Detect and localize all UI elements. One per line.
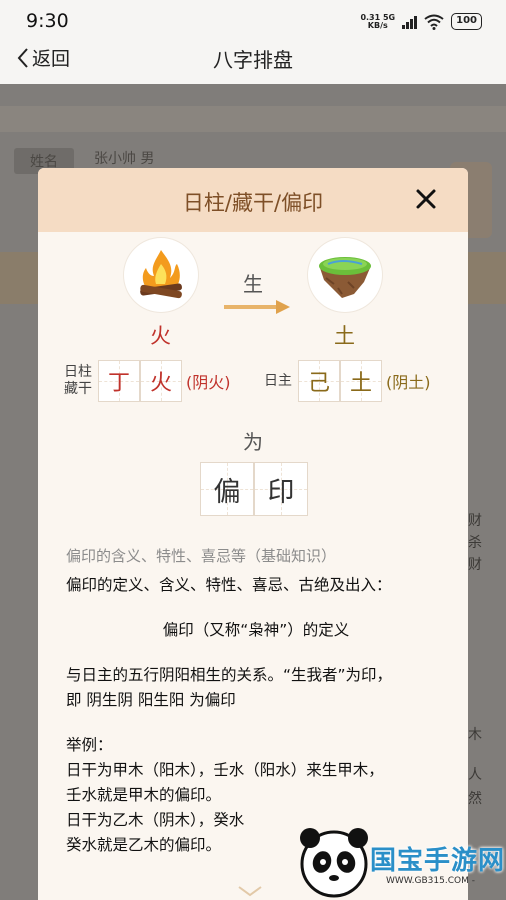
content-line: 与日主的五行阴阳相生的关系。“生我者”为印， xyxy=(66,666,393,684)
element-relation: 火 生 土 xyxy=(38,234,468,374)
wifi-icon xyxy=(424,14,444,30)
earth-icon xyxy=(319,257,371,298)
battery-indicator: 100 xyxy=(451,13,482,30)
content-line: 壬水就是甲木的偏印。 xyxy=(66,786,222,804)
char-cell: 丁 xyxy=(98,360,140,402)
page-banner xyxy=(0,106,506,132)
side-text: 木 xyxy=(468,727,482,743)
content-line: 即 阴生阴 阳生阳 为偏印 xyxy=(66,691,236,709)
result-chars: 偏 印 xyxy=(200,462,308,516)
side-text: 财 xyxy=(468,557,482,573)
status-icons: 0.31 5G KB/s 100 xyxy=(360,13,482,30)
fire-element-name: 火 xyxy=(150,324,171,348)
char-cell: 己 xyxy=(298,360,340,402)
watermark-brand: 国宝手游网 xyxy=(370,846,506,876)
nav-bar: 返回 八字排盘 xyxy=(0,40,506,84)
char-cell: 土 xyxy=(340,360,382,402)
content-heading: 偏印的定义、含义、特性、喜忌、古绝及出入： xyxy=(66,576,392,594)
signal-icon xyxy=(402,15,418,29)
side-text: 然 xyxy=(468,791,482,807)
arrow-right-icon xyxy=(224,300,290,314)
network-speed: 0.31 5G KB/s xyxy=(360,12,396,30)
section-subtitle: 偏印的含义、特性、喜忌等（基础知识） xyxy=(66,547,337,565)
status-bar: 9:30 0.31 5G KB/s 100 xyxy=(0,0,506,40)
result-word: 为 xyxy=(243,430,263,454)
detail-modal: 日柱/藏干/偏印 火 生 土 日柱 藏干 丁 火 (阴火) 日主 己 土 (阴土… xyxy=(38,168,468,900)
modal-header: 日柱/藏干/偏印 xyxy=(38,168,468,232)
status-time: 9:30 xyxy=(26,10,69,32)
page-title: 八字排盘 xyxy=(213,48,293,72)
side-text: 人 xyxy=(468,767,482,783)
day-pillar-label: 日柱 藏干 xyxy=(64,364,92,397)
panda-logo xyxy=(300,828,368,898)
watermark: 国宝手游网 WWW.GB315.COM - xyxy=(298,826,506,900)
day-master-label: 日主 xyxy=(264,372,292,389)
close-icon[interactable] xyxy=(414,187,438,211)
content-line: 日干为甲木（阳木），壬水（阳水）来生甲木， xyxy=(66,761,384,779)
yin-fire-note: (阴火) xyxy=(186,373,231,392)
chevron-down-icon[interactable] xyxy=(236,884,264,898)
content-line: 举例： xyxy=(66,736,113,754)
earth-element-name: 土 xyxy=(334,324,355,348)
modal-title: 日柱/藏干/偏印 xyxy=(182,191,324,215)
content-center-title: 偏印（又称“枭神”）的定义 xyxy=(162,621,350,639)
watermark-url: WWW.GB315.COM - xyxy=(386,876,475,886)
fire-element-image xyxy=(124,238,198,312)
relation-word: 生 xyxy=(243,272,263,296)
yin-earth-note: (阴土) xyxy=(386,373,431,392)
day-master: 日主 己 土 (阴土) xyxy=(264,360,431,402)
side-text: 财 xyxy=(468,513,482,529)
char-cell: 火 xyxy=(140,360,182,402)
char-cell: 偏 xyxy=(200,462,254,516)
article-content: 偏印的含义、特性、喜忌等（基础知识） 偏印的定义、含义、特性、喜忌、古绝及出入：… xyxy=(66,544,446,858)
char-cell: 印 xyxy=(254,462,308,516)
day-pillar-hidden-stem: 日柱 藏干 丁 火 (阴火) xyxy=(64,360,231,402)
fire-icon xyxy=(140,250,182,299)
side-text: 杀 xyxy=(468,535,482,551)
earth-element-image xyxy=(308,238,382,312)
